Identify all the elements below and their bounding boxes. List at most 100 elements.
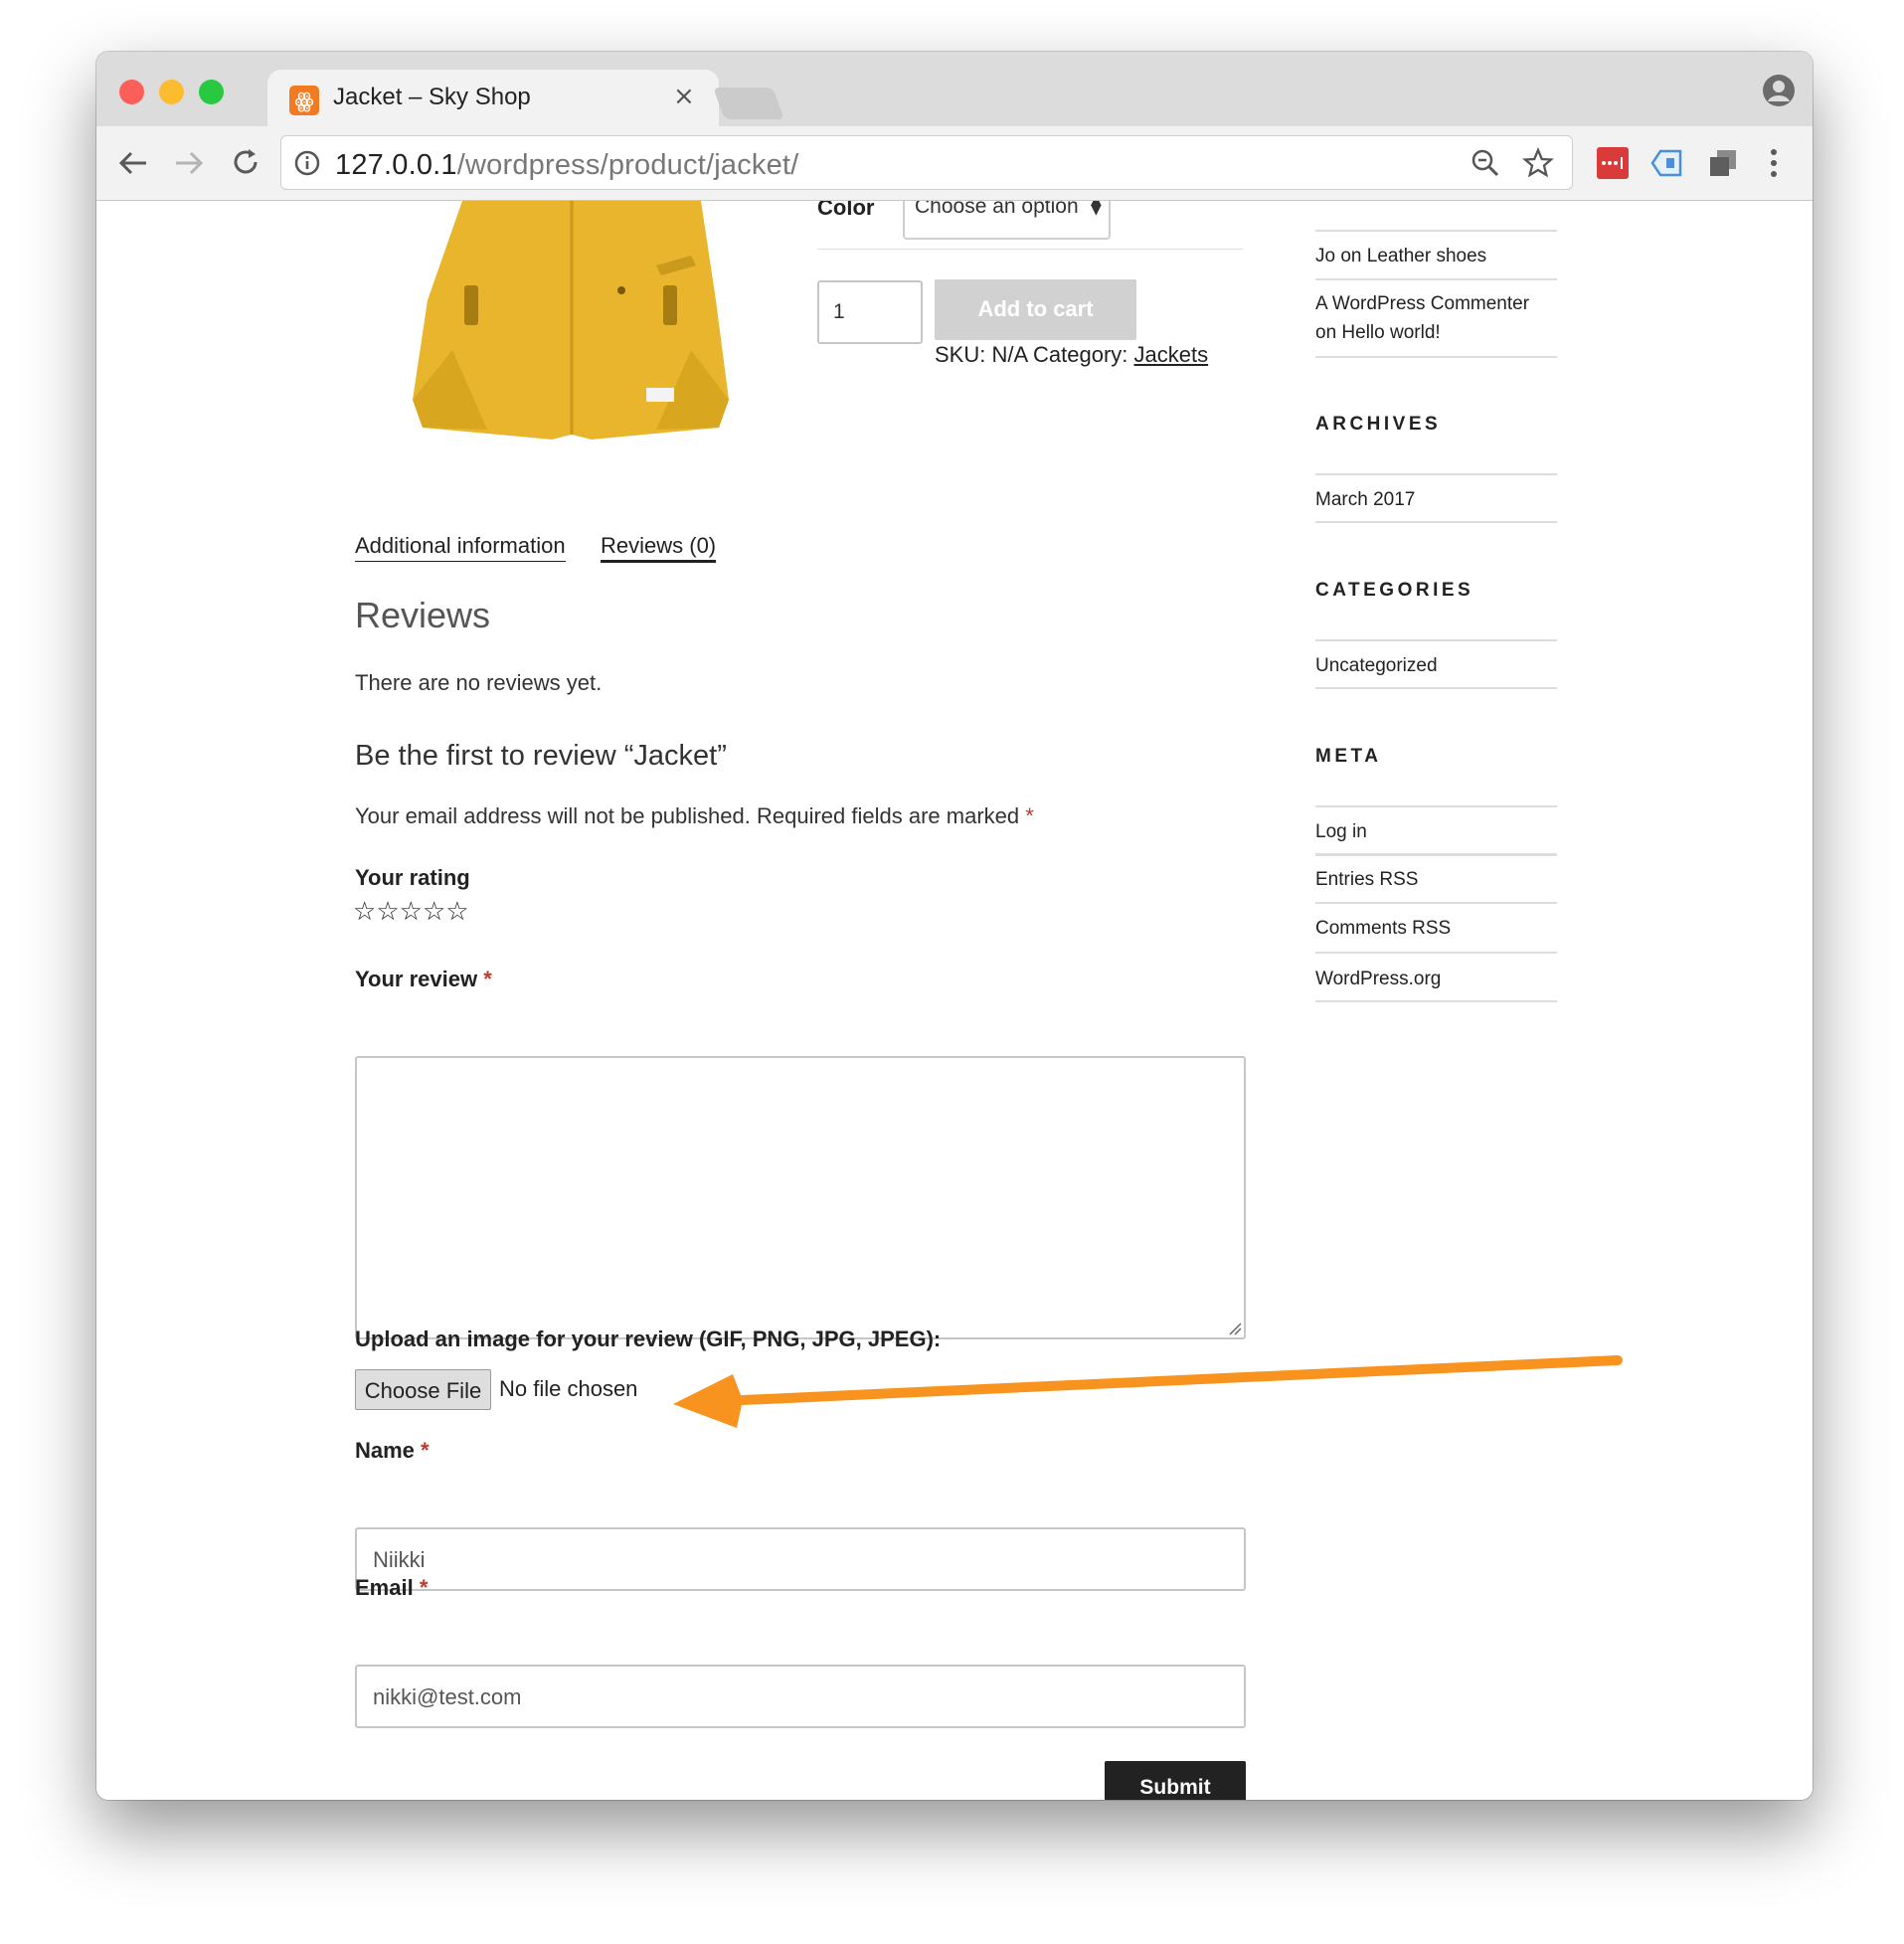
review-textarea[interactable] bbox=[355, 1056, 1246, 1339]
required-asterisk: * bbox=[1025, 803, 1034, 828]
reviews-heading: Reviews bbox=[355, 595, 491, 635]
required-asterisk: * bbox=[419, 1575, 429, 1600]
divider bbox=[1315, 853, 1557, 856]
categories-title: CATEGORIES bbox=[1315, 580, 1474, 601]
star-2-icon[interactable]: ☆ bbox=[376, 897, 399, 927]
product-image[interactable] bbox=[393, 201, 751, 449]
divider bbox=[1315, 1000, 1557, 1002]
review-label: Your review * bbox=[355, 967, 492, 992]
archives-title: ARCHIVES bbox=[1315, 414, 1442, 435]
info-icon[interactable] bbox=[293, 149, 321, 177]
category-link[interactable]: Jackets bbox=[1134, 342, 1209, 367]
email-value: nikki@test.com bbox=[373, 1684, 522, 1709]
zoom-window-button[interactable] bbox=[199, 80, 224, 104]
divider bbox=[1315, 521, 1557, 523]
new-tab-button[interactable] bbox=[713, 88, 784, 119]
no-file-text: No file chosen bbox=[499, 1376, 638, 1401]
profile-icon[interactable] bbox=[1762, 74, 1796, 107]
review-label-text: Your review bbox=[355, 967, 484, 991]
recent-comment-post[interactable]: on Hello world! bbox=[1315, 322, 1441, 344]
address-bar[interactable]: 127.0.0.1/wordpress/product/jacket/ bbox=[280, 135, 1573, 190]
divider bbox=[1315, 952, 1557, 954]
meta-entries-rss-link[interactable]: Entries RSS bbox=[1315, 869, 1418, 891]
divider bbox=[1315, 278, 1557, 280]
browser-toolbar: 127.0.0.1/wordpress/product/jacket/ bbox=[96, 126, 1813, 201]
meta-comments-rss-link[interactable]: Comments RSS bbox=[1315, 918, 1451, 940]
required-asterisk: * bbox=[483, 967, 492, 991]
menu-dots-icon[interactable] bbox=[1767, 146, 1781, 180]
url-text[interactable]: 127.0.0.1/wordpress/product/jacket/ bbox=[335, 149, 798, 182]
star-5-icon[interactable]: ☆ bbox=[445, 897, 468, 927]
tab-bar: ꙮ Jacket – Sky Shop × bbox=[96, 52, 1813, 129]
quantity-input[interactable]: 1 bbox=[817, 280, 923, 344]
choose-file-label: Choose File bbox=[364, 1378, 482, 1403]
email-label-text: Email bbox=[355, 1575, 420, 1600]
tab-reviews[interactable]: Reviews (0) bbox=[601, 533, 717, 563]
star-rating[interactable]: ☆☆☆☆☆ bbox=[353, 897, 469, 927]
resize-handle-icon[interactable] bbox=[1228, 1322, 1242, 1335]
star-4-icon[interactable]: ☆ bbox=[423, 897, 445, 927]
browser-tab[interactable]: ꙮ Jacket – Sky Shop × bbox=[267, 70, 719, 129]
name-label: Name * bbox=[355, 1438, 430, 1464]
name-label-text: Name bbox=[355, 1438, 422, 1463]
name-value: Niikki bbox=[373, 1547, 426, 1572]
product-meta: SKU: N/A Category: Jackets bbox=[935, 342, 1208, 368]
divider bbox=[1315, 902, 1557, 904]
add-to-cart-label: Add to cart bbox=[977, 296, 1094, 321]
recent-comment-link[interactable]: A WordPress Commenter bbox=[1315, 293, 1529, 315]
email-field[interactable]: nikki@test.com bbox=[355, 1665, 1246, 1728]
submit-label: Submit bbox=[1139, 1776, 1211, 1799]
required-notice: Your email address will not be published… bbox=[355, 803, 1034, 829]
annotation-arrow-icon bbox=[673, 1355, 1623, 1428]
color-select-value: Choose an option bbox=[915, 201, 1079, 218]
sku-text: SKU: N/A Category: bbox=[935, 342, 1134, 367]
divider bbox=[1315, 473, 1557, 475]
minimize-window-button[interactable] bbox=[159, 80, 184, 104]
color-select[interactable]: Choose an option ▲▼ bbox=[903, 201, 1111, 240]
required-asterisk: * bbox=[421, 1438, 430, 1463]
choose-file-button[interactable]: Choose File bbox=[355, 1369, 491, 1410]
email-label: Email * bbox=[355, 1575, 428, 1601]
bookmark-star-icon[interactable] bbox=[1522, 147, 1554, 179]
web-page: Color Choose an option ▲▼ 1 Add to cart … bbox=[96, 201, 1813, 1800]
divider bbox=[1315, 230, 1557, 232]
reload-icon[interactable] bbox=[230, 146, 261, 178]
meta-login-link[interactable]: Log in bbox=[1315, 821, 1367, 843]
meta-wordpress-org-link[interactable]: WordPress.org bbox=[1315, 969, 1441, 990]
divider bbox=[1315, 356, 1557, 358]
meta-title: META bbox=[1315, 746, 1382, 767]
category-link-uncategorized[interactable]: Uncategorized bbox=[1315, 655, 1438, 677]
url-path: /wordpress/product/jacket/ bbox=[456, 149, 799, 181]
lastpass-extension-icon[interactable] bbox=[1597, 147, 1629, 179]
notice-text: Your email address will not be published… bbox=[355, 803, 1026, 828]
browser-window: ꙮ Jacket – Sky Shop × 127.0.0.1/wordpres… bbox=[96, 52, 1813, 1800]
tab-title: Jacket – Sky Shop bbox=[333, 84, 531, 110]
tab-additional-information[interactable]: Additional information bbox=[355, 533, 566, 562]
color-label: Color bbox=[817, 201, 875, 220]
zoom-icon[interactable] bbox=[1471, 148, 1500, 178]
recent-comment-link[interactable]: Jo on Leather shoes bbox=[1315, 246, 1486, 267]
upload-label: Upload an image for your review (GIF, PN… bbox=[355, 1326, 942, 1351]
back-icon[interactable] bbox=[116, 148, 150, 178]
star-1-icon[interactable]: ☆ bbox=[353, 897, 376, 927]
close-tab-icon[interactable]: × bbox=[673, 82, 695, 111]
rating-label: Your rating bbox=[355, 865, 470, 890]
divider bbox=[1315, 805, 1557, 807]
name-field[interactable]: Niikki bbox=[355, 1527, 1246, 1591]
quantity-value: 1 bbox=[833, 300, 845, 323]
divider bbox=[1315, 639, 1557, 641]
add-to-cart-button[interactable]: Add to cart bbox=[935, 279, 1136, 340]
forward-icon[interactable] bbox=[172, 148, 206, 178]
review-form-title: Be the first to review “Jacket” bbox=[355, 740, 727, 772]
divider bbox=[1315, 687, 1557, 689]
tag-extension-icon[interactable] bbox=[1650, 147, 1684, 179]
url-host: 127.0.0.1 bbox=[335, 149, 457, 181]
submit-button[interactable]: Submit bbox=[1105, 1761, 1246, 1800]
archive-link[interactable]: March 2017 bbox=[1315, 489, 1415, 511]
xampp-logo-icon: ꙮ bbox=[289, 86, 319, 115]
select-arrows-icon: ▲▼ bbox=[1091, 201, 1102, 218]
star-3-icon[interactable]: ☆ bbox=[400, 897, 423, 927]
divider bbox=[817, 249, 1243, 250]
window-extension-icon[interactable] bbox=[1707, 147, 1739, 179]
close-window-button[interactable] bbox=[119, 80, 144, 104]
